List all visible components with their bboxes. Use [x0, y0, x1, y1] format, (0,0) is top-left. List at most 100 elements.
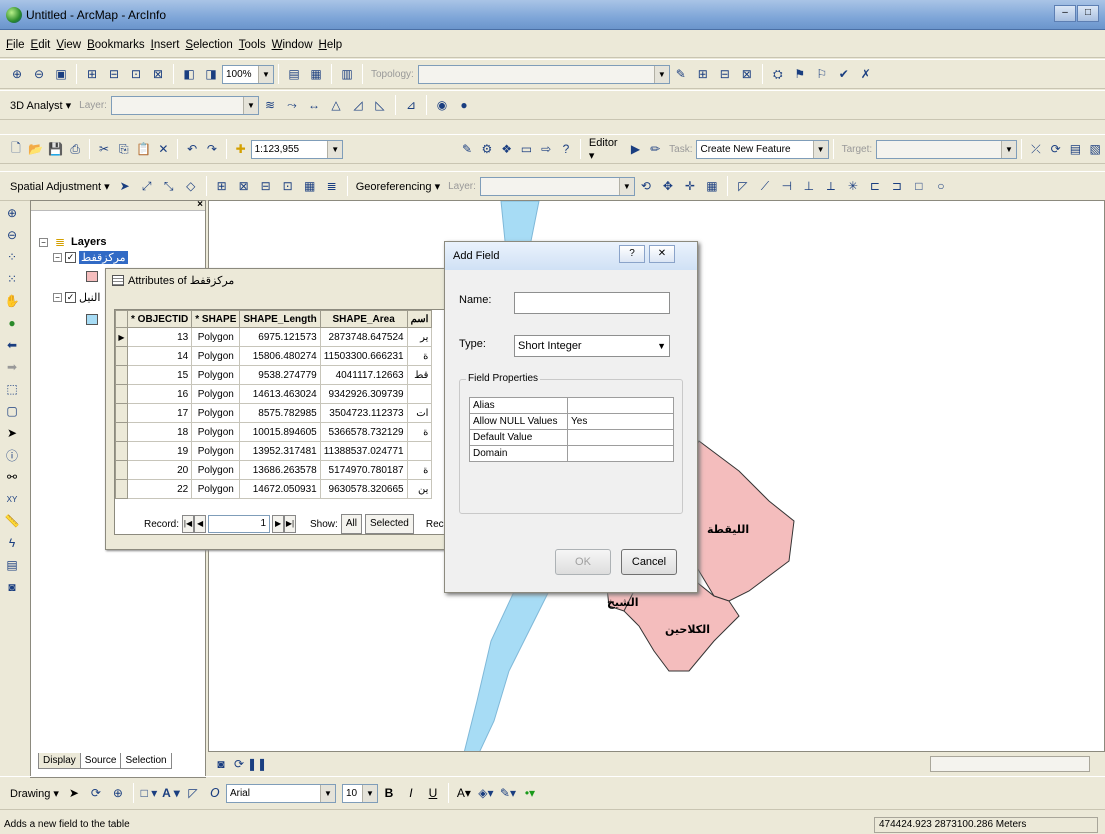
refresh-icon[interactable]: ⟳: [230, 755, 248, 773]
reshape-icon[interactable]: ⟋: [756, 177, 774, 195]
minimize-button[interactable]: –: [1054, 5, 1076, 22]
target-combo[interactable]: ▼: [876, 139, 1017, 159]
task-combo[interactable]: Create New Feature ▼: [696, 139, 829, 159]
name-field[interactable]: [514, 292, 670, 314]
contour-icon[interactable]: ≋: [261, 96, 279, 114]
generalize-icon[interactable]: ⊏: [866, 177, 884, 195]
interpolate-point-icon[interactable]: △: [327, 96, 345, 114]
font-color-icon[interactable]: A▾: [455, 784, 473, 802]
layer1-symbol[interactable]: [86, 271, 98, 282]
select-features-icon[interactable]: ⬚: [3, 380, 21, 398]
menu-edit[interactable]: Edit: [31, 39, 51, 51]
add-data-icon[interactable]: ✚: [233, 140, 249, 158]
attribute-table[interactable]: * OBJECTID * SHAPE SHAPE_Length SHAPE_Ar…: [114, 309, 446, 535]
zoom-in-icon[interactable]: ⊕: [3, 204, 21, 222]
maximize-button[interactable]: □: [1077, 5, 1099, 22]
fixed-zoom-in-icon[interactable]: ⁘: [3, 248, 21, 266]
editor-toolbar-icon[interactable]: ✎: [459, 140, 475, 158]
close-button[interactable]: ✕: [649, 245, 675, 263]
attribute-transfer-icon[interactable]: ≣: [323, 177, 341, 195]
layer2-symbol[interactable]: [86, 314, 98, 325]
layer-nile[interactable]: − ✓ النيل: [53, 291, 100, 304]
col-objectid[interactable]: * OBJECTID: [126, 310, 193, 328]
zoom-out-icon[interactable]: ⊖: [3, 226, 21, 244]
rotate-tool-icon[interactable]: ⟳: [1048, 140, 1064, 158]
undo-icon[interactable]: ↶: [184, 140, 200, 158]
table-row[interactable]: ▶ 13 Polygon 6975.121573 2873748.647524 ير: [115, 327, 433, 347]
property-row[interactable]: Domain: [469, 445, 674, 462]
sketch-properties-icon[interactable]: ▧: [1087, 140, 1103, 158]
fix-topology-icon[interactable]: ✗: [857, 65, 875, 83]
table-row[interactable]: 14 Polygon 15806.480274 11503300.666231 ة: [115, 346, 433, 366]
data-view-icon[interactable]: ◙: [212, 755, 230, 773]
new-icon[interactable]: 🗋: [8, 140, 24, 158]
layer-name-selected[interactable]: مركزقفط: [79, 251, 128, 264]
3d-analyst-menu[interactable]: 3D Analyst ▾: [6, 99, 75, 112]
profile-graph-icon[interactable]: ⊿: [402, 96, 420, 114]
save-icon[interactable]: 💾: [48, 140, 64, 158]
forward-arrow-icon[interactable]: ➡: [3, 358, 21, 376]
line-of-sight-icon[interactable]: ↔: [305, 96, 323, 114]
italic-icon[interactable]: I: [402, 784, 420, 802]
snap-icon[interactable]: ✳: [844, 177, 862, 195]
font-icon[interactable]: 𝘖: [206, 784, 224, 802]
arctoolbox-icon[interactable]: ⚙: [479, 140, 495, 158]
open-icon[interactable]: 📂: [28, 140, 44, 158]
interpolate-line-icon[interactable]: ◿: [349, 96, 367, 114]
new-displacement-link-icon[interactable]: ⤢: [138, 177, 156, 195]
copy-icon[interactable]: ⎘: [116, 140, 132, 158]
page-forward-icon[interactable]: ◨: [202, 65, 220, 83]
last-record-icon[interactable]: ▶|: [284, 515, 297, 533]
validate-area-icon[interactable]: ✔: [835, 65, 853, 83]
help-button[interactable]: ?: [619, 245, 645, 263]
toggle-draft-icon[interactable]: ▤: [285, 65, 303, 83]
arccatalog-icon[interactable]: ❖: [499, 140, 515, 158]
col-shape[interactable]: * SHAPE: [191, 310, 241, 328]
attributes-title-bar[interactable]: Attributes of مركزقفط: [106, 269, 449, 291]
attributes-icon[interactable]: ▤: [1068, 140, 1084, 158]
layers-root[interactable]: − ≣ Layers: [39, 233, 106, 251]
split-tool-icon[interactable]: ⤫: [1028, 140, 1044, 158]
menu-window[interactable]: Window: [272, 39, 313, 51]
circle-icon[interactable]: ○: [932, 177, 950, 195]
menu-insert[interactable]: Insert: [151, 39, 180, 51]
collapse-icon[interactable]: −: [39, 237, 48, 247]
trim-icon[interactable]: ⟂: [822, 177, 840, 195]
table-row[interactable]: 18 Polygon 10015.894605 5366578.732129 ة: [115, 422, 433, 442]
show-all-button[interactable]: All: [340, 514, 362, 534]
3d-layer-combo[interactable]: ▼: [110, 95, 259, 115]
go-to-xy-icon[interactable]: XY: [3, 490, 21, 508]
drawing-menu[interactable]: Drawing ▾: [6, 787, 63, 800]
print-icon[interactable]: ⎙: [67, 140, 83, 158]
html-popup-icon[interactable]: ▤: [3, 556, 21, 574]
menu-file[interactable]: File: [6, 39, 25, 51]
map-topology-icon[interactable]: ⊞: [694, 65, 712, 83]
table-row[interactable]: 16 Polygon 14613.463024 9342926.309739: [115, 384, 433, 404]
sketch-tool-icon[interactable]: ✏: [647, 140, 663, 158]
first-record-icon[interactable]: |◀: [182, 515, 195, 533]
fill-color-icon[interactable]: ◈▾: [477, 784, 495, 802]
next-record-icon[interactable]: ▶: [272, 515, 285, 533]
arcglobe-icon[interactable]: ●: [455, 96, 473, 114]
rectangle-icon[interactable]: □: [910, 177, 928, 195]
table-row[interactable]: 15 Polygon 9538.274779 4041117.12663 قط: [115, 365, 433, 385]
add-control-points-icon[interactable]: ✛: [681, 177, 699, 195]
font-size-combo[interactable]: 10 ▼: [341, 783, 378, 803]
table-row[interactable]: 17 Polygon 8575.782985 3504723.112373 ات: [115, 403, 433, 423]
pause-drawing-icon[interactable]: ❚❚: [247, 755, 267, 773]
georeferencing-menu[interactable]: Georeferencing ▾: [352, 180, 444, 193]
new-area-link-icon[interactable]: ⊟: [257, 177, 275, 195]
layout-icon[interactable]: ▣: [52, 65, 70, 83]
page-zoom-in-icon[interactable]: ⊞: [83, 65, 101, 83]
collapse-icon[interactable]: −: [53, 253, 62, 262]
focus-frame-icon[interactable]: ▦: [307, 65, 325, 83]
clear-selection-icon[interactable]: ▢: [3, 402, 21, 420]
fixed-zoom-out-icon[interactable]: ⁙: [3, 270, 21, 288]
ok-button[interactable]: OK: [555, 549, 611, 575]
view-link-table-icon[interactable]: ▦: [301, 177, 319, 195]
toc-close-icon[interactable]: ×: [197, 199, 203, 210]
zoom-whole-page-icon[interactable]: ⊕: [109, 784, 127, 802]
horizontal-scrollbar[interactable]: [930, 756, 1090, 772]
georef-layer-combo[interactable]: ▼: [479, 176, 635, 196]
select-elements-draw-icon[interactable]: ➤: [65, 784, 83, 802]
